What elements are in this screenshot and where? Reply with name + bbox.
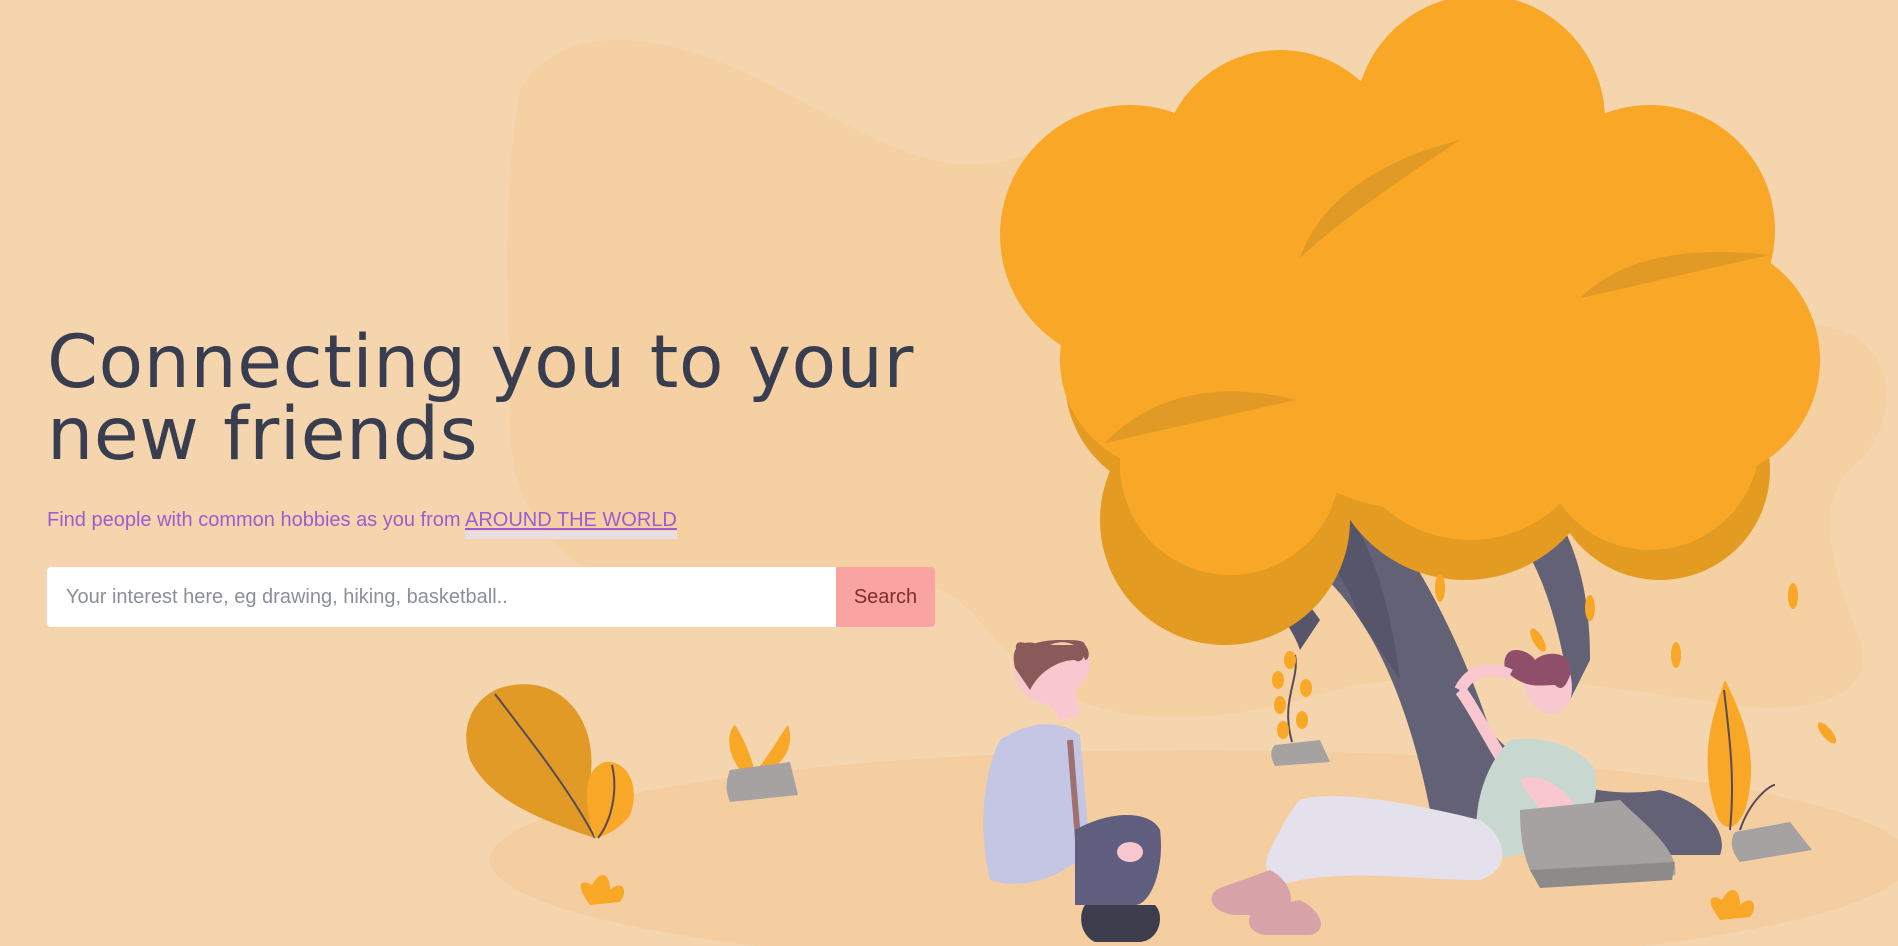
- search-input[interactable]: [47, 567, 836, 627]
- page-title: Connecting you to your new friends: [47, 320, 914, 477]
- tree-foliage-icon: [1000, 0, 1820, 645]
- subtitle-highlight: AROUND THE WORLD: [465, 509, 677, 539]
- subtitle: Find people with common hobbies as you f…: [47, 509, 947, 539]
- hero-section: Connecting you to your new friends Find …: [47, 320, 947, 539]
- search-button[interactable]: Search: [836, 567, 935, 627]
- left-plant-icon: [466, 684, 634, 839]
- sprout-rock-icon: [726, 725, 798, 802]
- search-bar: Search: [47, 567, 935, 627]
- subtitle-text: Find people with common hobbies as you f…: [47, 509, 465, 531]
